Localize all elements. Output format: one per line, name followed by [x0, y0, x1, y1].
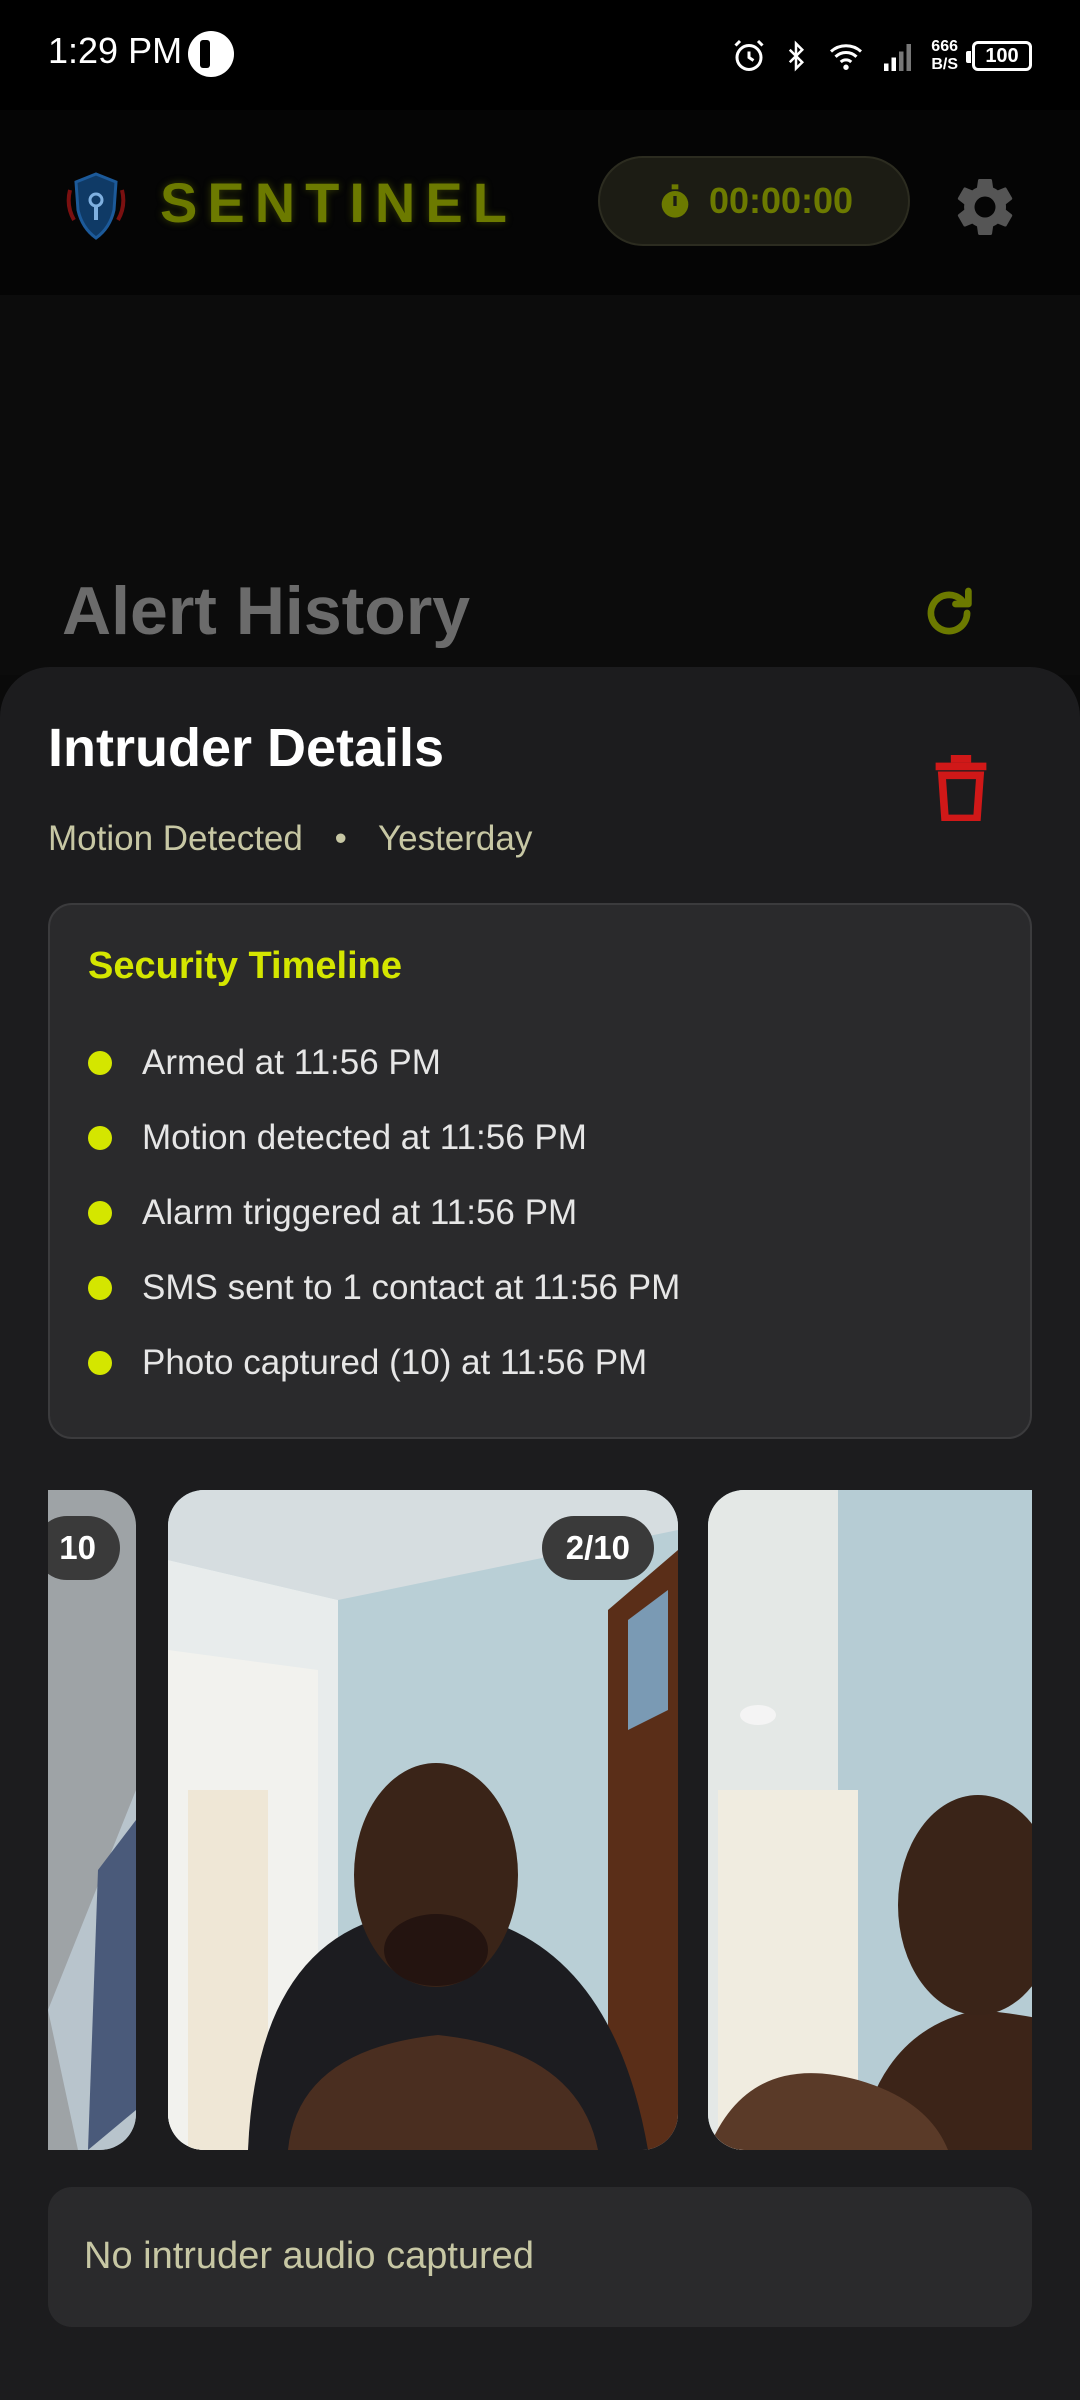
status-bar: 1:29 PM 666 B/S 100: [0, 0, 1080, 110]
event-type: Motion Detected: [48, 819, 303, 858]
status-icons: 666 B/S 100: [731, 28, 1032, 84]
wifi-icon: [830, 44, 863, 70]
timeline-item: SMS sent to 1 contact at 11:56 PM: [88, 1250, 680, 1325]
timeline-dot: [88, 1275, 112, 1300]
signal-icon: [884, 44, 912, 71]
photo-image: [168, 1490, 678, 2150]
refresh-icon[interactable]: [918, 582, 980, 644]
photo-gallery[interactable]: 10 2/10: [48, 1490, 1032, 2150]
timeline-dot: [88, 1050, 112, 1075]
audio-status-text: No intruder audio captured: [84, 2235, 534, 2277]
photo-image: [48, 1490, 136, 2150]
captured-photo[interactable]: 10: [48, 1490, 136, 2150]
timeline-item: Motion detected at 11:56 PM: [88, 1100, 680, 1175]
photo-image: [708, 1490, 1032, 2150]
photo-index-badge: 10: [48, 1516, 120, 1580]
security-timeline-card: Security Timeline Armed at 11:56 PM Moti…: [48, 903, 1032, 1439]
status-time: 1:29 PM: [48, 30, 183, 71]
network-speed: 666 B/S: [931, 38, 958, 73]
app-header: SENTINEL 00:00:00: [0, 110, 1080, 295]
separator-dot: •: [334, 819, 347, 858]
delete-icon[interactable]: [930, 755, 992, 821]
timeline-dot: [88, 1350, 112, 1375]
session-timer[interactable]: 00:00:00: [598, 156, 910, 246]
timeline-title: Security Timeline: [88, 945, 402, 987]
intruder-details-sheet: Intruder Details Motion Detected • Yeste…: [0, 667, 1080, 2400]
timer-value: 00:00:00: [708, 180, 854, 221]
captured-photo[interactable]: 2/10: [168, 1490, 678, 2150]
photo-index-badge: 2/10: [541, 1516, 654, 1580]
alarm-icon: [734, 39, 764, 71]
timeline-dot: [88, 1125, 112, 1150]
battery-icon: 100: [966, 41, 1032, 71]
app-indicator-icon: [188, 31, 234, 77]
timeline-list: Armed at 11:56 PM Motion detected at 11:…: [88, 1025, 680, 1400]
stopwatch-icon: [661, 184, 689, 218]
sheet-title: Intruder Details: [48, 718, 445, 778]
gear-icon[interactable]: [950, 172, 1020, 242]
event-subtitle: Motion Detected • Yesterday: [48, 819, 532, 859]
app-brand-title: SENTINEL: [160, 171, 517, 234]
timeline-item: Alarm triggered at 11:56 PM: [88, 1175, 680, 1250]
shield-logo-icon: [66, 172, 126, 240]
timeline-item: Armed at 11:56 PM: [88, 1025, 680, 1100]
page-title: Alert History: [62, 573, 471, 649]
timeline-item: Photo captured (10) at 11:56 PM: [88, 1325, 680, 1400]
captured-photo[interactable]: [708, 1490, 1032, 2150]
timeline-dot: [88, 1200, 112, 1225]
bluetooth-icon: [789, 40, 805, 72]
audio-status-card: No intruder audio captured: [48, 2187, 1032, 2327]
event-time: Yesterday: [377, 819, 533, 858]
